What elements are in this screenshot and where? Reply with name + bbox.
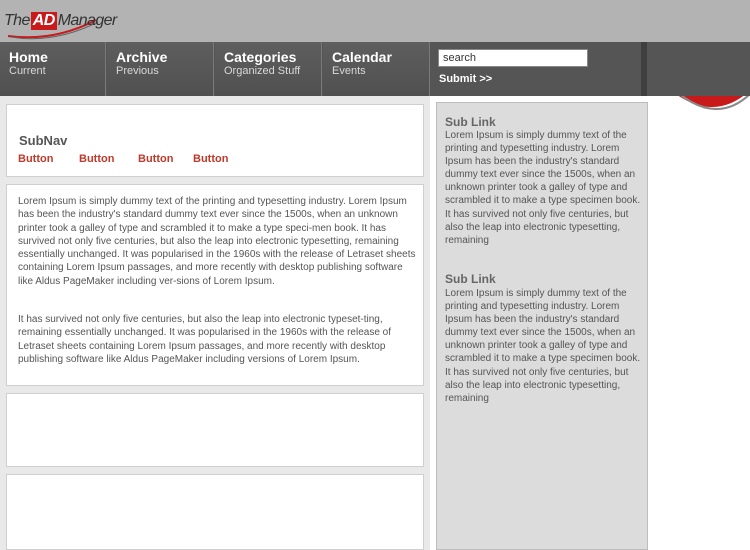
sidebar: Sub Link Lorem Ipsum is simply dummy tex… — [436, 102, 648, 550]
article-paragraph-1: Lorem Ipsum is simply dummy text of the … — [18, 196, 416, 287]
nav-item-title: Home — [9, 49, 48, 65]
subnav-button-1[interactable]: Button — [18, 153, 53, 165]
nav-item-subtitle: Organized Stuff — [224, 65, 301, 77]
site-logo[interactable]: The AD Manager — [4, 6, 117, 40]
search-input[interactable] — [438, 49, 588, 67]
subnav-button-3[interactable]: Button — [138, 153, 173, 165]
nav-item-calendar[interactable]: Calendar Events — [323, 42, 430, 96]
nav-item-title: Categories — [224, 49, 297, 65]
logo-text: The AD Manager — [4, 12, 117, 30]
sidebar-section-title-1[interactable]: Sub Link — [445, 115, 496, 129]
sidebar-section-title-2[interactable]: Sub Link — [445, 272, 496, 286]
nav-item-home[interactable]: Home Current — [0, 42, 106, 96]
submit-button[interactable]: Submit >> — [439, 73, 492, 85]
nav-item-title: Archive — [116, 49, 168, 65]
subnav-button-4[interactable]: Button — [193, 153, 228, 165]
article-paragraph-2: It has survived not only five centuries,… — [18, 314, 392, 365]
nav-item-subtitle: Current — [9, 65, 46, 77]
empty-panel-2 — [6, 474, 424, 550]
sidebar-section-text-2: Lorem Ipsum is simply dummy text of the … — [445, 288, 641, 404]
nav-item-subtitle: Events — [332, 65, 366, 77]
article-panel: Lorem Ipsum is simply dummy text of the … — [6, 184, 424, 386]
sidebar-section-text-1: Lorem Ipsum is simply dummy text of the … — [445, 130, 641, 246]
subnav-panel: SubNav Button Button Button Button — [6, 104, 424, 177]
empty-panel-1 — [6, 393, 424, 467]
nav-item-archive[interactable]: Archive Previous — [107, 42, 214, 96]
nav-item-title: Calendar — [332, 49, 392, 65]
subnav-button-2[interactable]: Button — [79, 153, 114, 165]
subnav-title: SubNav — [19, 133, 68, 148]
nav-divider — [641, 42, 647, 96]
nav-item-subtitle: Previous — [116, 65, 159, 77]
nav-item-categories[interactable]: Categories Organized Stuff — [215, 42, 322, 96]
